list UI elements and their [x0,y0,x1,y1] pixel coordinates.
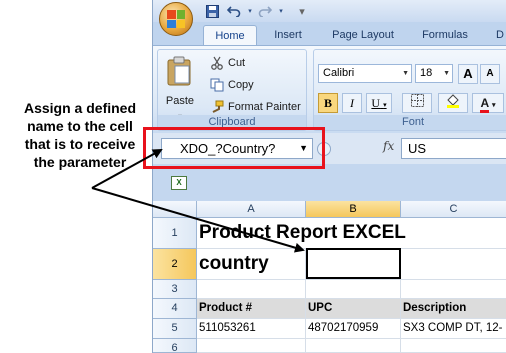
clipboard-group: Paste ▾ Cut Copy Format Painter Clipboar… [157,49,307,131]
formula-input[interactable]: US [401,138,506,159]
bold-label: B [323,96,332,110]
save-icon[interactable] [203,3,221,19]
grow-font-label: A [463,66,473,81]
column-header-c[interactable]: C [401,201,506,218]
redo-dropdown-icon[interactable]: ▾ [272,3,290,19]
workbook-icon[interactable]: X [171,176,187,190]
cell-b5[interactable]: 48702170959 [306,319,401,339]
excel-window: ▾ ▾ ▾ Home Insert Page Layout Formulas D… [152,0,506,353]
font-family-value: Calibri [323,67,355,79]
row-header-6[interactable]: 6 [153,339,197,353]
grow-font-button[interactable]: A [458,64,478,84]
font-group: Calibri ▼ 18 ▼ A A B I U ▾ A ▾ Font [313,49,506,131]
copy-label: Copy [228,79,254,91]
underline-dropdown-icon: ▾ [383,101,387,109]
name-box-highlight [143,127,325,169]
shrink-font-button[interactable]: A [480,64,500,84]
worksheet-grid: A B C 1 Product Report EXCEL 2 country 3… [153,201,506,353]
copy-button[interactable]: Copy [210,76,254,94]
paint-bucket-icon [447,94,459,108]
cell-c5[interactable]: SX3 COMP DT, 12- [401,319,506,339]
cell-a6[interactable] [197,339,306,353]
row-header-2[interactable]: 2 [153,249,197,280]
annotation-text: Assign a defined name to the cell that i… [23,100,137,170]
cell-b4[interactable]: UPC [306,299,401,319]
cell-a5[interactable]: 511053261 [197,319,306,339]
font-size-value: 18 [420,67,433,79]
cell-c3[interactable] [401,280,506,299]
row-header-1[interactable]: 1 [153,218,197,249]
font-family-select[interactable]: Calibri ▼ [318,64,412,83]
paste-icon[interactable] [167,56,191,86]
cell-a1[interactable]: Product Report EXCEL [197,218,406,249]
tab-data[interactable]: D [493,25,506,46]
cut-button[interactable]: Cut [210,54,245,72]
format-painter-label: Format Painter [228,101,301,113]
insert-function-icon[interactable]: fx [383,139,394,153]
borders-icon [410,94,424,107]
office-button[interactable] [159,2,193,36]
ribbon: Paste ▾ Cut Copy Format Painter Clipboar… [153,45,506,133]
row-header-4[interactable]: 4 [153,299,197,319]
font-group-label: Font [314,115,506,130]
bold-button[interactable]: B [318,93,338,113]
fill-color-button[interactable] [438,93,468,113]
scissors-icon [211,56,223,70]
cell-c4[interactable]: Description [401,299,506,319]
cell-b3[interactable] [306,280,401,299]
cell-a4[interactable]: Product # [197,299,306,319]
font-color-label: A [480,96,489,113]
office-logo-icon [167,10,185,28]
underline-button[interactable]: U ▾ [366,93,392,113]
select-all-corner[interactable] [153,201,197,218]
tab-page-layout[interactable]: Page Layout [323,25,403,46]
shrink-font-label: A [486,68,494,79]
customize-toolbar-icon[interactable]: ▾ [293,3,311,19]
cell-b6[interactable] [306,339,401,353]
font-color-dropdown-icon: ▾ [492,102,496,109]
column-header-b[interactable]: B [306,201,401,218]
borders-button[interactable] [402,93,432,113]
font-size-select[interactable]: 18 ▼ [415,64,453,83]
paintbrush-icon [212,100,224,113]
active-cell-outline [306,248,401,279]
cut-label: Cut [228,57,246,69]
format-painter-button[interactable]: Format Painter [210,98,301,116]
column-header-a[interactable]: A [197,201,306,218]
italic-button[interactable]: I [342,93,362,113]
cell-a3[interactable] [197,280,306,299]
font-family-dropdown-icon: ▼ [402,70,409,77]
tab-formulas[interactable]: Formulas [415,25,475,46]
copy-icon [210,78,224,92]
cell-c1[interactable] [401,218,506,249]
cell-a2[interactable]: country [197,249,306,280]
ribbon-tabs: Home Insert Page Layout Formulas D [153,22,506,46]
tab-insert[interactable]: Insert [265,25,311,46]
cell-c2[interactable] [401,249,506,280]
cell-c6[interactable] [401,339,506,353]
italic-label: I [350,96,354,110]
underline-label: U [371,96,381,110]
title-bar: ▾ ▾ ▾ [153,0,506,22]
tab-home[interactable]: Home [203,25,257,46]
font-size-dropdown-icon: ▼ [443,70,450,77]
row-header-3[interactable]: 3 [153,280,197,299]
cell-b1[interactable] [306,218,401,249]
workbook-titlebar: X [153,164,506,201]
row-header-5[interactable]: 5 [153,319,197,339]
font-color-button[interactable]: A ▾ [472,93,504,113]
